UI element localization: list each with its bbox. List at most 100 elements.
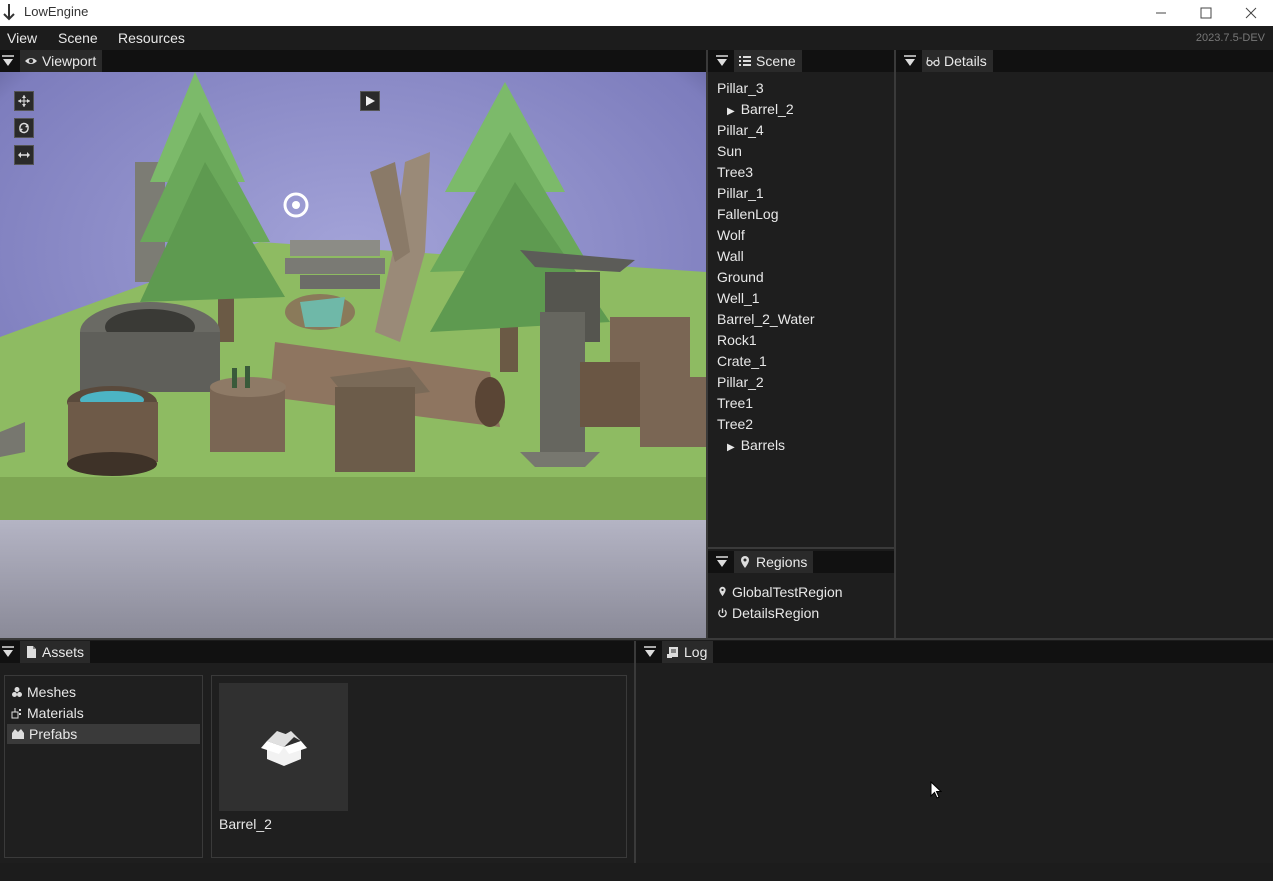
close-button[interactable]	[1228, 0, 1273, 26]
power-icon	[718, 607, 727, 617]
scene-item-tree3[interactable]: Tree3	[708, 164, 894, 185]
expand-arrow-icon[interactable]: ▶	[727, 106, 735, 117]
tab-scene[interactable]: Scene	[734, 50, 802, 72]
viewport-tab-label: Viewport	[42, 53, 97, 69]
eye-icon	[25, 58, 37, 64]
regions-header: Regions	[708, 551, 894, 573]
scale-tool-button[interactable]	[14, 145, 34, 165]
regions-tab-label: Regions	[756, 554, 808, 570]
scene-item-sun[interactable]: Sun	[708, 143, 894, 164]
scene-item-pillar-3[interactable]: Pillar_3	[708, 80, 894, 101]
assets-tab-label: Assets	[42, 644, 85, 660]
assets-folder-tree: Meshes Materials Prefabs	[4, 675, 203, 858]
viewport-header: Viewport	[0, 50, 706, 72]
scene-item-barrel-2-water[interactable]: Barrel_2_Water	[708, 311, 894, 332]
play-button[interactable]	[360, 91, 380, 111]
move-tool-button[interactable]	[14, 91, 34, 111]
rotate-tool-icon	[19, 122, 29, 134]
scene-render	[0, 72, 706, 638]
paint-icon	[11, 708, 21, 719]
scene-item-ground[interactable]: Ground	[708, 269, 894, 290]
collapse-triangle-icon[interactable]	[2, 55, 14, 67]
scene-item-label: Barrel_2	[740, 101, 794, 117]
folder-prefabs[interactable]: Prefabs	[7, 724, 200, 744]
scene-item-pillar-1[interactable]: Pillar_1	[708, 185, 894, 206]
scene-item-wall[interactable]: Wall	[708, 248, 894, 269]
scene-item-tree1[interactable]: Tree1	[708, 395, 894, 416]
tab-viewport[interactable]: Viewport	[20, 50, 103, 72]
collapse-triangle-icon[interactable]	[716, 55, 728, 67]
folder-label: Prefabs	[29, 726, 78, 742]
window-title: LowEngine	[24, 4, 89, 19]
scene-item-pillar-4[interactable]: Pillar_4	[708, 122, 894, 143]
assets-panel: Assets Meshes Materials Prefabs Barrel_2	[0, 641, 634, 863]
move-tool-icon	[18, 95, 30, 107]
rotate-tool-button[interactable]	[14, 118, 34, 138]
scene-header: Scene	[708, 50, 894, 72]
menu-view[interactable]: View	[7, 30, 37, 46]
scale-tool-icon	[18, 152, 30, 158]
menu-bar: View Scene Resources 2023.7.5-DEV	[0, 26, 1273, 50]
scene-item-label: Barrels	[740, 437, 786, 453]
expand-arrow-icon[interactable]: ▶	[727, 442, 735, 453]
scene-item-wolf[interactable]: Wolf	[708, 227, 894, 248]
folder-meshes[interactable]: Meshes	[7, 682, 200, 702]
region-label: DetailsRegion	[732, 604, 820, 621]
list-icon	[739, 56, 751, 66]
scene-panel: Scene Pillar_3 ▶ Barrel_2 Pillar_4 Sun Tr…	[708, 50, 894, 547]
map-pin-icon	[741, 556, 749, 568]
asset-label: Barrel_2	[219, 816, 272, 832]
scene-item-fallenlog[interactable]: FallenLog	[708, 206, 894, 227]
log-header: Log	[636, 641, 1273, 663]
collapse-triangle-icon[interactable]	[644, 646, 656, 658]
scene-item-pillar-2[interactable]: Pillar_2	[708, 374, 894, 395]
bottom-splitter[interactable]	[0, 638, 1273, 640]
open-box-icon	[260, 731, 307, 766]
tab-log[interactable]: Log	[662, 641, 714, 663]
tab-regions[interactable]: Regions	[734, 551, 814, 573]
close-icon	[1245, 7, 1257, 19]
scene-item-barrel-2[interactable]: ▶ Barrel_2	[708, 101, 894, 122]
scene-regions-splitter[interactable]	[708, 547, 894, 549]
folder-materials[interactable]: Materials	[7, 703, 200, 723]
status-strip	[0, 863, 1273, 881]
assets-header: Assets	[0, 641, 634, 663]
scene-item-barrels[interactable]: ▶ Barrels	[708, 437, 894, 458]
minimize-button[interactable]	[1138, 0, 1184, 26]
viewport-canvas[interactable]	[0, 72, 706, 638]
details-header: Details	[896, 50, 1273, 72]
scroll-icon	[667, 647, 678, 658]
tab-assets[interactable]: Assets	[20, 641, 91, 663]
scene-item-rock1[interactable]: Rock1	[708, 332, 894, 353]
details-panel: Details	[896, 50, 1273, 638]
scene-tab-label: Scene	[756, 53, 796, 69]
log-tab-label: Log	[684, 644, 708, 660]
collapse-triangle-icon[interactable]	[904, 55, 916, 67]
minimize-icon	[1156, 12, 1166, 14]
glasses-icon	[926, 56, 940, 67]
scene-item-well-1[interactable]: Well_1	[708, 290, 894, 311]
collapse-triangle-icon[interactable]	[716, 556, 728, 568]
region-item-globaltestregion[interactable]: GlobalTestRegion	[708, 581, 894, 602]
mouse-cursor-icon	[930, 781, 942, 799]
maximize-button[interactable]	[1183, 0, 1229, 26]
menu-resources[interactable]: Resources	[118, 30, 185, 46]
file-icon	[27, 646, 36, 658]
scene-item-tree2[interactable]: Tree2	[708, 416, 894, 437]
asset-tile-barrel-2[interactable]	[219, 683, 348, 811]
log-panel: Log	[636, 641, 1273, 863]
details-tab-label: Details	[944, 53, 987, 69]
collapse-triangle-icon[interactable]	[2, 646, 14, 658]
scene-item-crate-1[interactable]: Crate_1	[708, 353, 894, 374]
maximize-icon	[1200, 7, 1212, 19]
region-item-detailsregion[interactable]: DetailsRegion	[708, 602, 894, 623]
folder-label: Materials	[27, 705, 84, 721]
shapes-icon	[12, 687, 22, 697]
viewport-panel: Viewport	[0, 50, 706, 638]
assets-file-grid: Barrel_2	[211, 675, 627, 858]
tab-details[interactable]: Details	[922, 50, 993, 72]
menu-scene[interactable]: Scene	[58, 30, 98, 46]
regions-panel: Regions GlobalTestRegion DetailsRegion	[708, 551, 894, 638]
boxes-icon	[12, 729, 24, 739]
region-label: GlobalTestRegion	[732, 583, 843, 600]
